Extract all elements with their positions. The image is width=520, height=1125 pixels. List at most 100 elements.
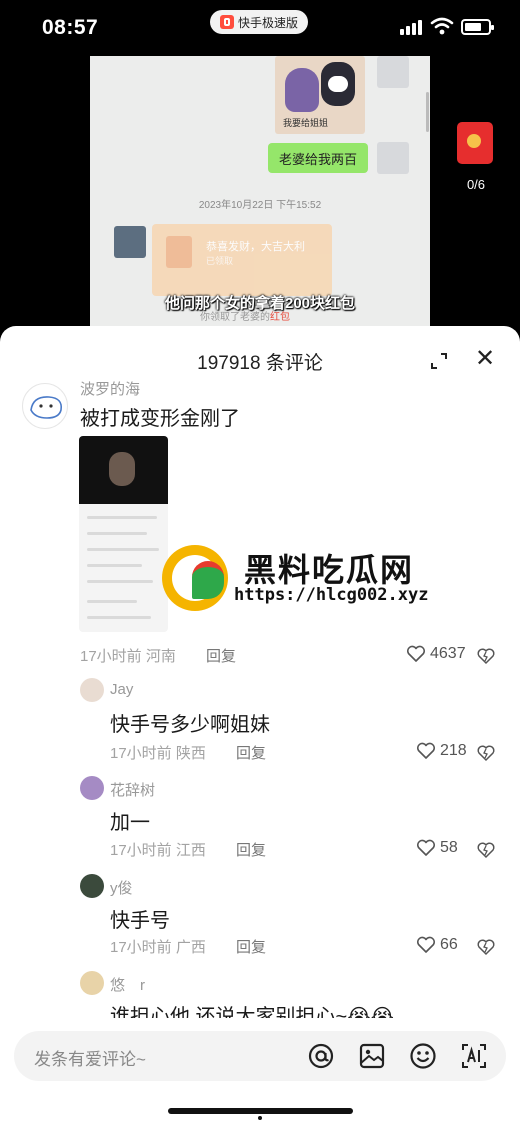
chat-bubble-green: 老婆给我两百 <box>268 143 368 173</box>
home-indicator[interactable] <box>168 1108 353 1114</box>
comment-time: 17小时前 <box>80 648 142 665</box>
comment-input-bar[interactable]: 发条有爱评论~ <box>14 1031 506 1081</box>
comment-meta: 17小时前 陕西 <box>110 742 206 763</box>
cellular-signal-icon <box>400 20 422 35</box>
dislike-icon[interactable] <box>477 841 495 859</box>
comment-meta: 17小时前 江西 <box>110 839 206 860</box>
reply-button[interactable]: 回复 <box>236 742 266 763</box>
heart-icon <box>416 936 436 953</box>
red-packet-message: 恭喜发财，大吉大利 已领取 <box>152 224 332 296</box>
bear-sticker-icon <box>285 68 319 112</box>
comment-author[interactable]: 花辞树 <box>110 779 155 800</box>
image-line <box>87 548 159 551</box>
comment-region: 广西 <box>175 939 206 956</box>
video-player[interactable]: 我要给姐姐 老婆给我两百 2023年10月22日 下午15:52 恭喜发财，大吉… <box>90 56 430 326</box>
like-button[interactable]: 4637 <box>406 645 466 663</box>
red-packet-status: 已领取 <box>206 256 234 266</box>
comment-text: 快手号多少啊姐妹 <box>110 714 270 736</box>
image-line <box>87 616 151 619</box>
chat-avatar-right-2 <box>377 142 409 174</box>
comment-sheet: 197918 条评论 ✕ 波罗的海 被打成变形金刚了 17小时前 河南 回复 4… <box>0 326 520 1125</box>
status-time: 08:57 <box>42 16 99 39</box>
emoji-icon[interactable] <box>409 1042 437 1070</box>
watermark-url: https://hlcg002.xyz <box>234 585 429 605</box>
comment-input[interactable]: 发条有爱评论~ <box>34 1045 146 1070</box>
like-count: 66 <box>440 936 458 953</box>
dislike-icon[interactable] <box>477 647 495 665</box>
red-packet-title: 恭喜发财，大吉大利 <box>206 241 305 253</box>
receipt-notice: 你领取了老婆的红包 <box>200 308 290 323</box>
red-envelope-count: 0/6 <box>466 177 486 192</box>
like-count: 4637 <box>430 645 466 662</box>
comment-author[interactable]: y俊 <box>110 877 133 898</box>
comment-text: 被打成变形金刚了 <box>80 408 240 430</box>
avatar[interactable] <box>80 874 104 898</box>
page-dot <box>258 1116 262 1120</box>
comment-region: 陕西 <box>175 745 206 762</box>
image-line <box>87 564 142 567</box>
heart-icon <box>416 839 436 856</box>
ai-icon[interactable] <box>460 1042 488 1070</box>
chat-timestamp: 2023年10月22日 下午15:52 <box>198 200 322 211</box>
watermark: 黑料吃瓜网 https://hlcg002.xyz <box>162 545 442 615</box>
avatar[interactable] <box>22 383 68 429</box>
mention-icon[interactable] <box>307 1042 335 1070</box>
receipt-text: 你领取了老婆的 <box>200 312 270 323</box>
whale-avatar-icon <box>30 396 63 419</box>
avatar[interactable] <box>80 678 104 702</box>
like-button[interactable]: 218 <box>416 742 467 760</box>
heart-icon <box>416 742 436 759</box>
wifi-icon <box>430 17 454 35</box>
comment-image[interactable] <box>79 436 168 632</box>
chat-avatar-left <box>114 226 146 258</box>
battery-icon <box>461 19 494 35</box>
image-video-frame <box>79 436 168 504</box>
chat-sticker: 我要给姐姐 <box>275 56 365 134</box>
dislike-icon[interactable] <box>477 938 495 956</box>
reply-button[interactable]: 回复 <box>236 839 266 860</box>
comment-meta: 17小时前 河南 <box>80 645 176 666</box>
comment-time: 17小时前 <box>110 745 172 762</box>
comment-list[interactable]: 波罗的海 被打成变形金刚了 17小时前 河南 回复 4637 Jay 快手号多少… <box>0 378 520 1018</box>
image-line <box>87 532 147 535</box>
like-count: 58 <box>440 839 458 856</box>
image-line <box>87 580 153 583</box>
image-icon[interactable] <box>358 1042 386 1070</box>
image-line <box>87 600 137 603</box>
status-bar: 08:57 快手极速版 <box>0 0 520 56</box>
chat-avatar-right <box>377 56 409 88</box>
comment-text: 谁担心他 还说大家别担心~😭😭 <box>110 1006 394 1018</box>
dislike-icon[interactable] <box>477 744 495 762</box>
close-icon[interactable]: ✕ <box>474 347 496 371</box>
comment-region: 江西 <box>175 842 206 859</box>
heart-icon <box>406 645 426 662</box>
expand-icon[interactable] <box>430 352 448 370</box>
red-envelope-icon[interactable] <box>457 122 493 164</box>
cat-sticker-icon <box>321 62 355 106</box>
reply-button[interactable]: 回复 <box>236 936 266 957</box>
kuaishou-logo-icon <box>219 15 234 29</box>
image-face <box>109 452 135 486</box>
chat-scrollbar <box>426 92 429 132</box>
watermelon-logo-icon <box>162 545 228 611</box>
comment-region: 河南 <box>145 648 176 665</box>
like-button[interactable]: 66 <box>416 936 458 954</box>
avatar[interactable] <box>80 971 104 995</box>
comment-meta: 17小时前 广西 <box>110 936 206 957</box>
like-count: 218 <box>440 742 467 759</box>
avatar[interactable] <box>80 776 104 800</box>
like-button[interactable]: 58 <box>416 839 458 857</box>
comment-text: 加一 <box>110 812 150 834</box>
comment-time: 17小时前 <box>110 842 172 859</box>
app-badge-label: 快手极速版 <box>237 15 298 30</box>
red-packet-icon <box>166 236 192 268</box>
comment-text: 快手号 <box>110 910 170 932</box>
receipt-link: 红包 <box>270 312 290 323</box>
app-badge[interactable]: 快手极速版 <box>210 10 308 34</box>
comment-author[interactable]: 波罗的海 <box>80 378 140 399</box>
comment-author[interactable]: Jay <box>110 681 133 698</box>
comment-author[interactable]: 悠 r <box>110 974 145 995</box>
sticker-caption: 我要给姐姐 <box>283 118 329 128</box>
comment-time: 17小时前 <box>110 939 172 956</box>
reply-button[interactable]: 回复 <box>206 645 236 666</box>
